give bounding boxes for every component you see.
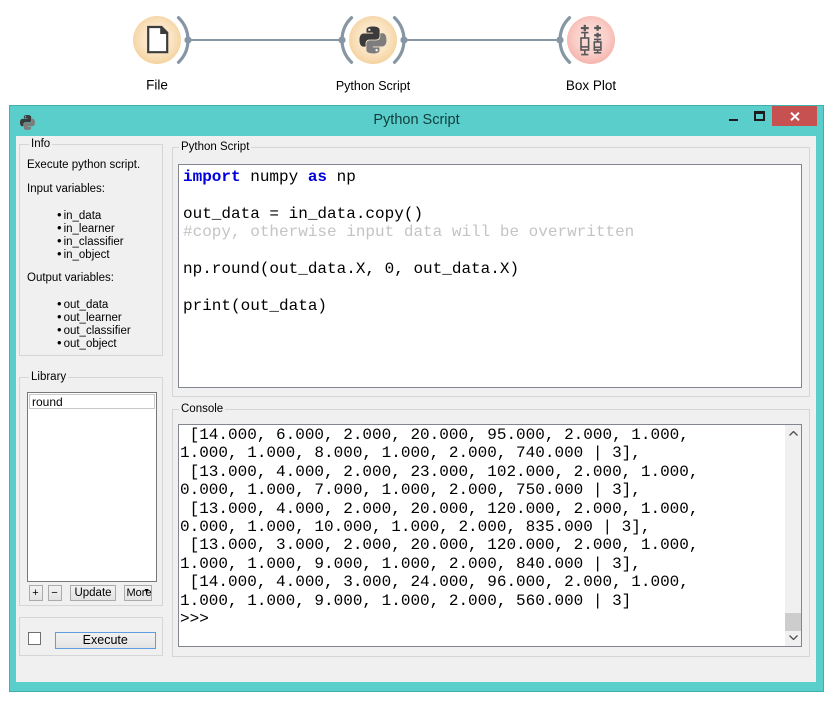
- svg-text:Box Plot: Box Plot: [566, 78, 617, 93]
- svg-text:Python Script: Python Script: [336, 79, 411, 93]
- svg-text:File: File: [146, 78, 168, 93]
